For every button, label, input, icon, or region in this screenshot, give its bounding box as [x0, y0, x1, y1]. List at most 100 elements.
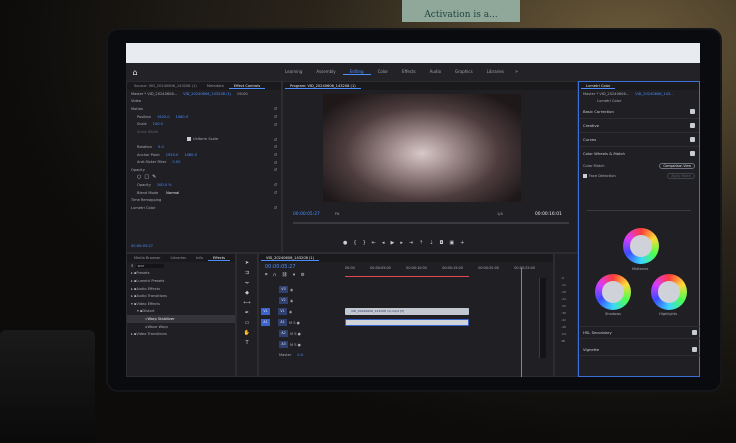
program-title[interactable]: Program: VID_20240606_143208 (1) [285, 84, 361, 89]
comparison-icon[interactable]: ▣ [449, 240, 454, 246]
color-wheels-checkbox[interactable] [690, 151, 695, 157]
in-point-icon[interactable]: { [353, 240, 356, 246]
anchor-y[interactable]: 1080.0 [184, 153, 197, 157]
source-patch-a1[interactable]: A1 [261, 319, 270, 326]
home-icon[interactable]: ⌂ [126, 68, 144, 77]
rectangle-tool-icon[interactable]: ▭ [237, 320, 257, 330]
fx-warp-stabilizer[interactable]: ▫ Warp Stabilizer [127, 315, 235, 323]
lumetri-row[interactable]: Lumetri Color ↺ [127, 204, 281, 212]
rect-mask-icon[interactable]: □ [144, 174, 149, 180]
face-detection-checkbox[interactable] [583, 174, 587, 179]
midtones-wheel[interactable] [623, 228, 659, 264]
track-target-a3[interactable]: A3 [279, 341, 288, 348]
rotation-value[interactable]: 0.0 [158, 145, 164, 149]
reset-icon[interactable]: ↺ [274, 182, 277, 187]
apply-match-button[interactable]: Apply Match [667, 173, 695, 180]
track-a2[interactable]: A2 M S ● [261, 328, 343, 339]
source-patch-v1[interactable]: V1 [261, 308, 270, 315]
fx-video-transitions[interactable]: ▸ ▪ Video Transitions [127, 330, 235, 338]
creative-section[interactable]: Creative [579, 119, 699, 134]
highlights-wheel[interactable] [651, 274, 687, 310]
tab-effects-panel[interactable]: Effects [207, 256, 231, 261]
tab-color[interactable]: Color [371, 69, 395, 75]
vignette-section[interactable]: Vignette [579, 343, 700, 356]
lumetri-effect-select[interactable]: Lumetri Color [597, 99, 621, 103]
master-label[interactable]: Master * VID_20240606... [131, 92, 177, 96]
linked-icon[interactable]: ⛓ [282, 273, 290, 278]
scale-value[interactable]: 100.0 [153, 122, 163, 126]
hsl-section[interactable]: HSL Secondary [579, 326, 700, 339]
reset-icon[interactable]: ↺ [274, 114, 277, 119]
ec-footer-timecode[interactable]: 00:00:05:27 [131, 244, 153, 248]
step-back-icon[interactable]: ◂ [382, 240, 385, 246]
motion-row[interactable]: Motion ↺ [127, 105, 281, 113]
program-timecode[interactable]: 00:00:05:27 [293, 212, 320, 217]
lumetri-title[interactable]: Lumetri Color [581, 84, 616, 89]
effects-search-input[interactable]: war [135, 263, 165, 268]
curves-checkbox[interactable] [690, 137, 695, 143]
reset-icon[interactable]: ↺ [274, 152, 277, 157]
uniform-scale-checkbox[interactable] [187, 137, 191, 142]
antiflicker-value[interactable]: 0.00 [172, 160, 180, 164]
position-y[interactable]: 1080.0 [176, 115, 189, 119]
hsl-checkbox[interactable] [692, 330, 697, 335]
opacity-section[interactable]: Opacity ↺ [127, 166, 281, 174]
add-button-icon[interactable]: + [460, 240, 464, 246]
tab-libraries[interactable]: Libraries [480, 69, 511, 75]
fx-audio-transitions[interactable]: ▸ ▪ Audio Transitions [127, 292, 235, 300]
mute-icon[interactable]: M S ● [290, 343, 301, 347]
shadows-wheel[interactable] [595, 274, 631, 310]
razor-tool-icon[interactable]: ◆ [237, 290, 257, 300]
comparison-view-button[interactable]: Comparison View [659, 162, 695, 169]
tab-media-browser[interactable]: Media Browser [129, 256, 166, 260]
resolution-select[interactable]: 1/4 [497, 212, 503, 216]
lumetri-clip[interactable]: VID_20240606_143... [635, 92, 673, 96]
fx-audio-effects[interactable]: ▸ ▪ Audio Effects [127, 285, 235, 293]
program-video-frame[interactable] [323, 94, 521, 202]
add-marker-icon[interactable]: ▾ [293, 273, 297, 278]
toggle-output-icon[interactable]: ◉ [289, 310, 292, 314]
out-point-icon[interactable]: } [363, 240, 366, 246]
nest-icon[interactable]: ⌗ [265, 273, 270, 278]
position-x[interactable]: 1920.0 [157, 115, 170, 119]
curves-section[interactable]: Curves [579, 133, 699, 148]
pen-tool-icon[interactable]: ✒ [237, 310, 257, 320]
opacity-value[interactable]: 100.0 % [157, 183, 172, 187]
fx-wave-warp[interactable]: ▫ Wave Warp [127, 323, 235, 331]
track-v2[interactable]: V2 ◉ [261, 295, 343, 306]
selection-tool-icon[interactable]: ➤ [237, 260, 257, 270]
track-target-v3[interactable]: V3 [279, 286, 288, 293]
timeline-settings-icon[interactable]: ⚙ [301, 273, 307, 278]
extract-icon[interactable]: ⇣ [429, 240, 433, 246]
marker-icon[interactable]: ● [343, 240, 347, 246]
toggle-output-icon[interactable]: ◉ [290, 288, 293, 292]
tab-info[interactable]: Info [191, 256, 208, 260]
playhead[interactable] [521, 268, 522, 377]
reset-icon[interactable]: ↺ [274, 205, 277, 210]
track-a1[interactable]: A1 A1 M S ● [261, 317, 343, 328]
track-target-v1[interactable]: V1 [278, 308, 287, 315]
timeline-scrollbar[interactable] [539, 278, 546, 358]
export-frame-icon[interactable]: ◘ [439, 240, 443, 246]
fit-select[interactable]: Fit [335, 212, 339, 216]
mute-icon[interactable]: M S ● [289, 321, 300, 325]
track-target-a1[interactable]: A1 [278, 319, 287, 326]
track-v1[interactable]: V1 V1 ◉ [261, 306, 343, 317]
reset-icon[interactable]: ↺ [274, 106, 277, 111]
creative-checkbox[interactable] [690, 123, 695, 129]
track-target-a2[interactable]: A2 [279, 330, 288, 337]
tab-source[interactable]: Source: VID_20240606_143208 (1) [129, 84, 202, 88]
tab-metadata[interactable]: Metadata [202, 84, 229, 88]
time-remap-row[interactable]: Time Remapping [127, 196, 281, 204]
clip-label[interactable]: VID_20240606_143208 (1) [183, 92, 231, 96]
tab-learning[interactable]: Learning [278, 69, 309, 75]
audio-clip-a1[interactable] [345, 319, 469, 326]
blend-mode-select[interactable]: Normal [166, 191, 179, 195]
reset-icon[interactable]: ↺ [274, 122, 277, 127]
type-tool-icon[interactable]: T [237, 340, 257, 350]
track-v3[interactable]: V3 ◉ [261, 284, 343, 295]
vignette-checkbox[interactable] [692, 346, 697, 352]
master-volume[interactable]: 0.0 [297, 353, 303, 357]
time-ruler[interactable]: 00:00 00:00:05:00 00:00:10:00 00:00:15:0… [345, 266, 535, 274]
tab-effects[interactable]: Effects [395, 69, 423, 75]
